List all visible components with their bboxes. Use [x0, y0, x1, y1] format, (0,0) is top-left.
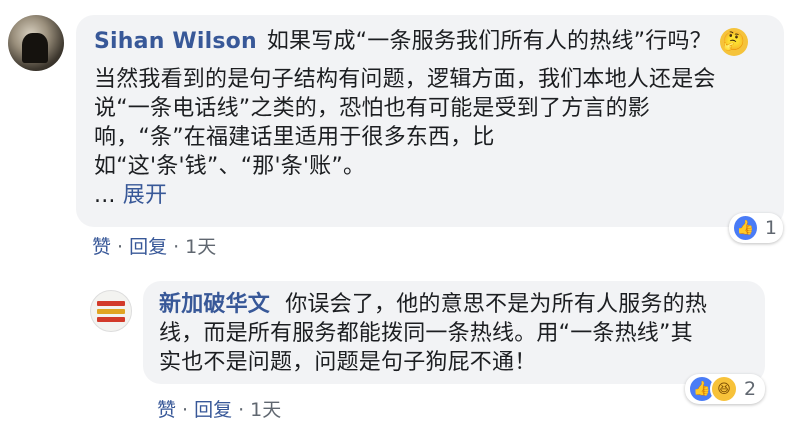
- reply-bubble: 新加破华文 你误会了，他的意思不是为所有人服务的热 线，而是所有服务都能拨同一条…: [143, 281, 765, 384]
- comment-actions: 赞 · 回复 · 1天: [157, 395, 281, 422]
- timestamp[interactable]: 1天: [185, 236, 216, 258]
- comment-text: 你误会了，他的意思不是为所有人服务的热: [285, 292, 708, 317]
- separator: ·: [182, 399, 189, 421]
- comment-bubble: Sihan Wilson 如果写成“一条服务我们所有人的热线”行吗？ 🤔 当然我…: [76, 15, 784, 227]
- comment-author[interactable]: 新加破华文: [159, 292, 270, 317]
- avatar[interactable]: [90, 290, 132, 332]
- see-more-link[interactable]: 展开: [123, 183, 167, 208]
- comment-first-line: Sihan Wilson 如果写成“一条服务我们所有人的热线”行吗？ 🤔: [94, 27, 766, 56]
- avatar-logo-bar: [97, 301, 125, 306]
- comment-text-line: 如“这'条'钱”、“那'条'账”。: [94, 154, 366, 179]
- separator: ·: [238, 399, 245, 421]
- like-button[interactable]: 赞: [157, 399, 176, 421]
- avatar-silhouette: [22, 33, 48, 63]
- like-button[interactable]: 赞: [92, 236, 111, 258]
- comment-first-line: 新加破华文 你误会了，他的意思不是为所有人服务的热: [159, 290, 749, 319]
- reaction-summary[interactable]: 👍 😆 2: [685, 374, 765, 404]
- comment-text-line: 当然我看到的是句子结构有问题，逻辑方面，我们本地人还是会: [94, 67, 716, 92]
- haha-icon: 😆: [710, 375, 738, 403]
- avatar[interactable]: [8, 15, 64, 71]
- like-icon: 👍: [732, 214, 759, 242]
- comment-text: 如果写成“一条服务我们所有人的热线”行吗？: [266, 29, 712, 54]
- comment-text-line: 响，“条”在福建话里适用于很多东西，比: [94, 125, 495, 150]
- see-more-ellipsis: ...: [94, 183, 123, 208]
- comment-actions: 赞 · 回复 · 1天: [92, 232, 216, 259]
- reply-button[interactable]: 回复: [194, 399, 232, 421]
- comment-text-line: 说“一条电话线”之类的，恐怕也有可能是受到了方言的影: [94, 96, 650, 121]
- timestamp[interactable]: 1天: [250, 399, 281, 421]
- comment-text-line: 实也不是问题，问题是句子狗屁不通！: [159, 350, 537, 375]
- comment-text-line: 线，而是所有服务都能拨同一条热线。用“一条热线”其: [159, 321, 693, 346]
- reaction-count: 1: [764, 217, 777, 239]
- reaction-count: 2: [744, 378, 757, 400]
- reply-button[interactable]: 回复: [129, 236, 167, 258]
- separator: ·: [117, 236, 124, 258]
- reaction-summary[interactable]: 👍 1: [729, 213, 783, 243]
- thinking-face-icon: 🤔: [719, 27, 748, 56]
- avatar-logo-bar: [97, 317, 125, 322]
- comment-author[interactable]: Sihan Wilson: [94, 27, 257, 56]
- avatar-logo-bar: [97, 309, 125, 314]
- separator: ·: [173, 236, 180, 258]
- see-more: ... 展开: [94, 181, 167, 210]
